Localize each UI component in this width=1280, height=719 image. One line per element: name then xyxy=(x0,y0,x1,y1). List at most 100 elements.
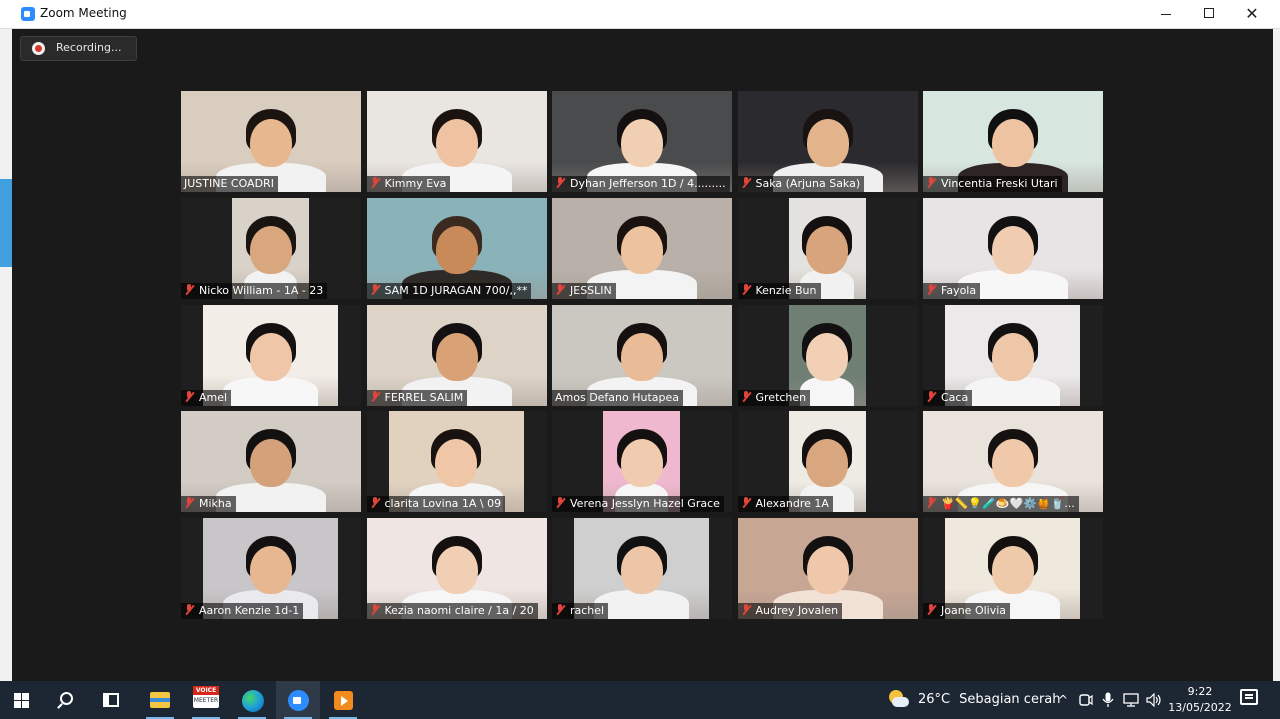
weather-icon[interactable] xyxy=(889,690,909,710)
media-player-button[interactable] xyxy=(321,681,365,719)
participant-tile[interactable]: FERREL SALIM xyxy=(366,304,547,406)
network-icon[interactable] xyxy=(1121,689,1141,711)
participant-tile[interactable]: JUSTINE COADRI xyxy=(181,91,361,192)
participant-name: rachel xyxy=(552,603,609,619)
edge-browser-button[interactable] xyxy=(230,681,274,719)
participant-name: Alexandre 1A xyxy=(737,496,833,513)
participant-name-label: Mikha xyxy=(199,497,232,511)
participant-tile[interactable]: clarita Lovina 1A \ 09 xyxy=(366,411,547,513)
participant-tile[interactable]: Verena Jesslyn Hazel Grace xyxy=(552,411,732,513)
muted-mic-icon xyxy=(370,177,380,188)
participant-tile[interactable]: 🍟📏💡🧪🍮🤍⚙️🍯🥤... xyxy=(923,411,1103,513)
recording-indicator[interactable]: Recording... xyxy=(20,36,137,61)
participant-name-label: rachel xyxy=(570,604,605,617)
task-view-button[interactable] xyxy=(90,681,134,719)
folder-icon xyxy=(150,692,170,708)
participant-name-label: Saka (Arjuna Saka) xyxy=(755,177,861,190)
participant-name-label: Verena Jesslyn Hazel Grace xyxy=(570,497,720,511)
muted-mic-icon xyxy=(184,604,194,615)
close-icon: ✕ xyxy=(1245,4,1259,23)
participant-tile[interactable]: rachel xyxy=(552,518,732,619)
zoom-taskbar-button[interactable] xyxy=(276,681,320,719)
participant-tile[interactable]: JESSLIN xyxy=(552,197,732,299)
participant-name: SAM 1D JURAGAN 700/,,** xyxy=(366,282,532,299)
participant-name: Caca xyxy=(923,389,973,406)
participant-name: Vincentia Freski Utari xyxy=(923,176,1062,192)
participant-name-label: Dyhan Jefferson 1D / 4......... xyxy=(570,177,726,190)
participant-name-label: clarita Lovina 1A \ 09 xyxy=(384,497,502,511)
participant-name-label: JESSLIN xyxy=(570,283,612,297)
muted-mic-icon xyxy=(741,497,751,508)
task-view-icon xyxy=(103,693,119,707)
muted-mic-icon xyxy=(184,497,194,508)
media-player-icon xyxy=(334,691,353,710)
participant-name: JESSLIN xyxy=(552,282,616,299)
participant-tile[interactable]: Aaron Kenzie 1d-1 xyxy=(181,518,361,619)
voicemeeter-button[interactable]: VOICE MEETER xyxy=(184,681,228,719)
muted-mic-icon xyxy=(184,283,194,295)
participant-name-label: FERREL SALIM xyxy=(384,390,464,404)
microphone-icon[interactable] xyxy=(1099,689,1117,711)
chevron-up-icon[interactable]: ^ xyxy=(1054,689,1072,711)
participant-tile[interactable]: Vincentia Freski Utari xyxy=(923,91,1103,192)
edge-icon xyxy=(242,690,264,712)
muted-mic-icon xyxy=(741,604,751,615)
participant-name-label: Gretchen xyxy=(755,390,807,404)
participant-name: Aaron Kenzie 1d-1 xyxy=(181,603,304,619)
muted-mic-icon xyxy=(370,390,380,402)
recording-label: Recording... xyxy=(56,41,122,54)
participant-tile[interactable]: Saka (Arjuna Saka) xyxy=(737,91,918,192)
participant-name: Kimmy Eva xyxy=(366,176,451,192)
minimize-button[interactable] xyxy=(1144,0,1188,29)
maximize-button[interactable] xyxy=(1187,0,1231,29)
voicemeeter-icon: VOICE MEETER xyxy=(193,686,219,708)
search-button[interactable] xyxy=(46,681,90,719)
participant-tile[interactable]: Kimmy Eva xyxy=(366,91,547,192)
participant-name: Dyhan Jefferson 1D / 4......... xyxy=(552,176,730,192)
participant-tile[interactable]: Joane Olivia xyxy=(923,518,1103,619)
participant-tile[interactable]: Audrey Jovalen xyxy=(737,518,918,619)
participant-name: Saka (Arjuna Saka) xyxy=(737,176,865,192)
minimize-icon xyxy=(1161,13,1171,15)
participant-name: Amel xyxy=(181,389,232,406)
muted-mic-icon xyxy=(370,497,380,508)
participant-name-label: Audrey Jovalen xyxy=(755,604,839,617)
participant-name: FERREL SALIM xyxy=(366,389,468,406)
weather-widget[interactable]: 26°C Sebagian cerah xyxy=(918,692,1061,707)
zoom-icon xyxy=(288,690,309,711)
notification-icon[interactable] xyxy=(1240,689,1258,705)
participant-tile[interactable]: Kezia naomi claire / 1a / 20 xyxy=(366,518,547,619)
participant-name-label: SAM 1D JURAGAN 700/,,** xyxy=(384,283,528,297)
muted-mic-icon xyxy=(741,390,751,402)
meet-now-icon[interactable] xyxy=(1077,689,1095,711)
participant-tile[interactable]: Caca xyxy=(923,304,1103,406)
participant-tile[interactable]: Amos Defano Hutapea xyxy=(552,304,732,406)
muted-mic-icon xyxy=(370,283,380,295)
maximize-icon xyxy=(1204,7,1214,18)
close-button[interactable]: ✕ xyxy=(1230,0,1274,29)
participant-name-label: Nicko William - 1A - 23 xyxy=(199,283,324,297)
participant-tile[interactable]: Fayola xyxy=(923,197,1103,299)
background-window-edge-right xyxy=(1273,29,1280,681)
muted-mic-icon xyxy=(926,497,936,508)
speaker-icon[interactable] xyxy=(1144,689,1164,711)
start-button[interactable] xyxy=(0,681,44,719)
participant-tile[interactable]: Nicko William - 1A - 23 xyxy=(181,197,361,299)
muted-mic-icon xyxy=(555,497,565,508)
participant-tile[interactable]: Kenzie Bun xyxy=(737,197,918,299)
participant-name: 🍟📏💡🧪🍮🤍⚙️🍯🥤... xyxy=(923,496,1079,513)
participant-name-label: Fayola xyxy=(941,283,977,297)
participant-tile[interactable]: Dyhan Jefferson 1D / 4......... xyxy=(552,91,732,192)
file-explorer-button[interactable] xyxy=(138,681,182,719)
participant-tile[interactable]: Mikha xyxy=(181,411,361,513)
participant-tile[interactable]: Gretchen xyxy=(737,304,918,406)
participant-name-label: JUSTINE COADRI xyxy=(184,177,274,190)
participant-tile[interactable]: SAM 1D JURAGAN 700/,,** xyxy=(366,197,547,299)
system-clock[interactable]: 9:22 13/05/2022 xyxy=(1168,684,1232,716)
window-titlebar: Zoom Meeting ✕ xyxy=(0,0,1280,29)
background-window-edge xyxy=(0,29,12,681)
muted-mic-icon xyxy=(741,283,751,295)
participant-name: clarita Lovina 1A \ 09 xyxy=(366,496,506,513)
participant-tile[interactable]: Amel xyxy=(181,304,361,406)
participant-tile[interactable]: Alexandre 1A xyxy=(737,411,918,513)
